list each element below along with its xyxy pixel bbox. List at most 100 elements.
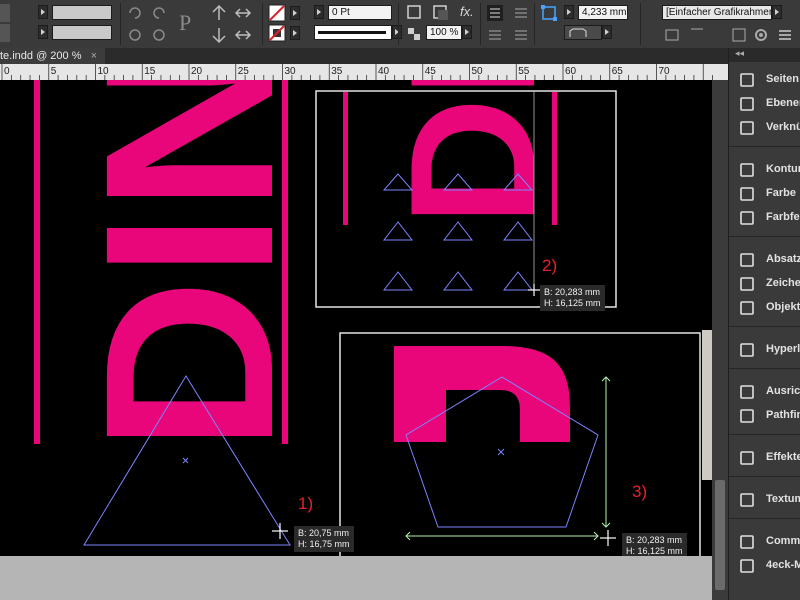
- ruler-tick-label: 30: [285, 66, 297, 77]
- reference-point-icon[interactable]: [0, 4, 10, 22]
- document-tab[interactable]: te.indd @ 200 % ×: [0, 48, 105, 64]
- effects-square-icon[interactable]: [432, 4, 450, 22]
- panel-divider: [729, 368, 800, 369]
- panel-item-pages[interactable]: Seiten: [729, 68, 800, 92]
- panel-menu-icon[interactable]: [776, 26, 794, 44]
- ruler-ticks: 0 5 10 15 20 25 30 35 40 45 50 55 60 65 70: [1, 64, 713, 80]
- panel-divider: [729, 326, 800, 327]
- panel-item-layers[interactable]: Ebenen: [729, 92, 800, 116]
- edge-image: [702, 330, 712, 480]
- crosshair-cursor-icon: [600, 530, 616, 546]
- transform-again-icon[interactable]: [730, 26, 748, 44]
- transparency-icon[interactable]: [406, 26, 424, 44]
- paragraph-styles-icon: [739, 252, 755, 268]
- panel-item-swatches[interactable]: Farbfel: [729, 206, 800, 230]
- ruler-tick-label: 0: [4, 66, 10, 77]
- panel-dock: ◂◂ Seiten Ebenen Verknü Kontur Farbe Farbfel A…: [728, 48, 800, 600]
- shear-icon[interactable]: [126, 26, 144, 44]
- panel-item-commands[interactable]: Comma: [729, 530, 800, 554]
- panel-item-hyperlinks[interactable]: Hyperli: [729, 338, 800, 362]
- panel-item-paragraph-styles[interactable]: Absatzf: [729, 248, 800, 272]
- corner-shape-field[interactable]: [564, 25, 602, 40]
- horizontal-ruler[interactable]: 0 5 10 15 20 25 30 35 40 45 50 55 60 65 70: [0, 64, 728, 81]
- document-tab-bar: te.indd @ 200 % ×: [0, 48, 728, 64]
- text-wrap-box-icon[interactable]: [512, 4, 530, 22]
- stepper-arrow[interactable]: [38, 25, 48, 39]
- panel-item-text-wrap[interactable]: Textum: [729, 488, 800, 512]
- panel-item-script[interactable]: 4eck-M: [729, 554, 800, 578]
- fill-dropdown-arrow[interactable]: [290, 6, 300, 20]
- hyperlinks-icon: [739, 342, 755, 358]
- panel-item-label: Textum: [766, 493, 800, 505]
- opacity-field[interactable]: 100 %: [426, 25, 462, 40]
- dimension-stepper[interactable]: [564, 5, 574, 19]
- stroke-icon: [739, 162, 755, 178]
- select-previous-icon[interactable]: [234, 4, 252, 22]
- panel-item-label: Seiten: [766, 73, 800, 85]
- stroke-dropdown-arrow[interactable]: [290, 26, 300, 40]
- corner-shape-dropdown[interactable]: [602, 25, 612, 39]
- drop-shadow-icon[interactable]: [406, 4, 424, 22]
- corner-options-icon[interactable]: [540, 4, 558, 22]
- preflight-p-icon[interactable]: P: [176, 6, 200, 40]
- stepper-arrow[interactable]: [38, 5, 48, 19]
- dimension-field[interactable]: 4,233 mm: [578, 5, 628, 20]
- panel-item-links[interactable]: Verknü: [729, 116, 800, 140]
- text-wrap-jump-icon[interactable]: [512, 26, 530, 44]
- panel-item-label: Absatzf: [766, 253, 800, 265]
- stroke-weight-field[interactable]: 0 Pt: [328, 5, 392, 20]
- panel-item-stroke[interactable]: Kontur: [729, 158, 800, 182]
- rotate-reverse-icon[interactable]: [150, 4, 168, 22]
- object-style-field[interactable]: [Einfacher Grafikrahmen]+: [662, 5, 772, 20]
- opacity-dropdown[interactable]: [462, 25, 472, 39]
- select-container-icon[interactable]: [210, 4, 228, 22]
- settings-gear-icon[interactable]: [752, 26, 770, 44]
- x-position-field[interactable]: [52, 5, 112, 20]
- ruler-tick-label: 40: [378, 66, 390, 77]
- panel-item-object-styles[interactable]: Objektf: [729, 296, 800, 320]
- vertical-scrollbar[interactable]: [712, 80, 728, 600]
- effects-icon: [739, 450, 755, 466]
- y-position-field[interactable]: [52, 25, 112, 40]
- panel-item-label: Ausrich: [766, 385, 800, 397]
- panel-dock-header[interactable]: ◂◂: [729, 48, 800, 62]
- stroke-icon[interactable]: [688, 26, 706, 44]
- stroke-none-icon[interactable]: [268, 24, 286, 42]
- flip-icon[interactable]: [150, 26, 168, 44]
- crosshair-cursor-icon: [528, 284, 540, 296]
- text-wrap-none-icon[interactable]: [486, 4, 504, 22]
- stroke-type-dropdown[interactable]: [392, 25, 402, 39]
- dimension-tooltip: B: 20,75 mm H: 16,75 mm: [294, 526, 354, 552]
- object-styles-icon: [739, 300, 755, 316]
- panel-item-label: Zeicher: [766, 277, 800, 289]
- close-icon[interactable]: ×: [91, 50, 97, 62]
- select-next-icon[interactable]: [234, 26, 252, 44]
- vertical-rule: [34, 80, 40, 444]
- panel-item-effects[interactable]: Effekte: [729, 446, 800, 470]
- panel-item-align[interactable]: Ausrich: [729, 380, 800, 404]
- select-content-icon[interactable]: [210, 26, 228, 44]
- clear-overrides-icon[interactable]: [664, 26, 682, 44]
- panel-item-pathfinder[interactable]: Pathfin: [729, 404, 800, 428]
- document-canvas[interactable]: DINN DI 1) 2) 3) B: 20,75 mm H: 16,75 mm…: [0, 80, 712, 556]
- object-style-dropdown[interactable]: [772, 5, 782, 19]
- scrollbar-thumb[interactable]: [715, 480, 725, 590]
- left-letter-group: DINN: [34, 80, 323, 546]
- panel-item-color[interactable]: Farbe: [729, 182, 800, 206]
- rotate-icon[interactable]: [126, 4, 144, 22]
- stroke-weight-stepper[interactable]: [314, 5, 324, 19]
- dimension-tooltip: B: 20,283 mm H: 16,125 mm: [540, 285, 605, 311]
- collapse-icon[interactable]: ◂◂: [735, 48, 744, 59]
- fx-icon[interactable]: fx.: [460, 4, 474, 19]
- panel-divider: [729, 518, 800, 519]
- link-constrain-icon[interactable]: [0, 24, 10, 42]
- pasteboard[interactable]: [0, 556, 712, 600]
- stroke-type-field[interactable]: [314, 25, 392, 40]
- text-wrap-shape-icon[interactable]: [486, 26, 504, 44]
- text-wrap-icon: [739, 492, 755, 508]
- canvas-artwork: DINN DI: [34, 80, 712, 556]
- panel-item-character-styles[interactable]: Zeicher: [729, 272, 800, 296]
- panel-item-label: Comma: [766, 535, 800, 547]
- ruler-tick-label: 45: [425, 66, 437, 77]
- fill-none-icon[interactable]: [268, 4, 286, 22]
